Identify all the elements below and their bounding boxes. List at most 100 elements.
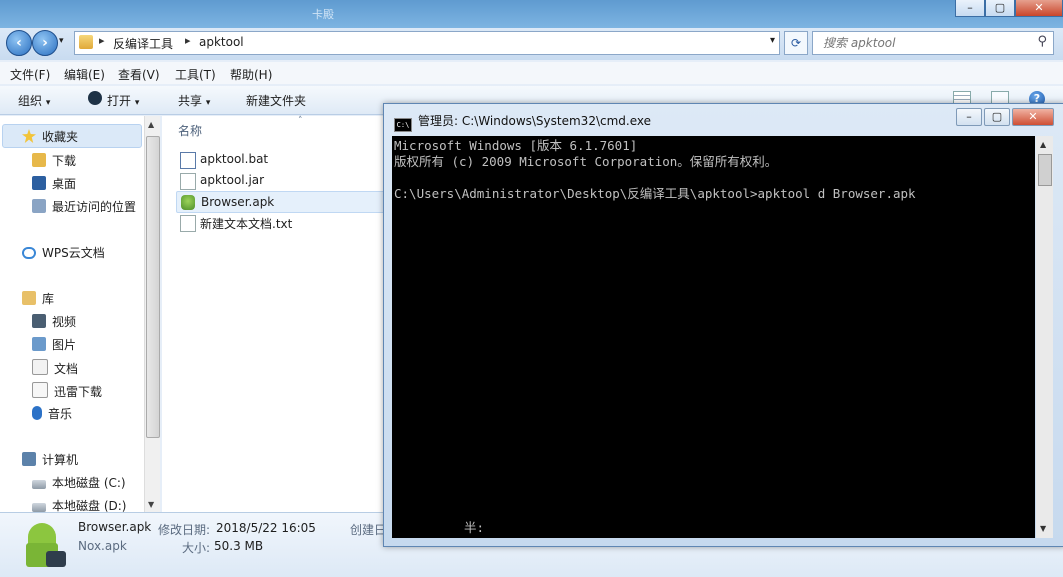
scroll-thumb[interactable] [146, 136, 160, 438]
scroll-up-icon[interactable]: ▲ [148, 120, 154, 129]
search-input[interactable] [821, 35, 1025, 51]
console-output[interactable]: Microsoft Windows [版本 6.1.7601] 版权所有 (c)… [392, 136, 1035, 538]
column-header-name[interactable]: 名称 [178, 122, 202, 139]
nav-label: 下载 [52, 154, 77, 168]
jar-file-icon [180, 173, 196, 190]
nav-pictures[interactable]: 图片 [32, 336, 76, 353]
downloads-folder-icon [32, 153, 46, 167]
nav-libraries[interactable]: 库 [22, 290, 54, 307]
cmd-minimize-button[interactable]: – [956, 108, 982, 126]
new-folder-button[interactable]: 新建文件夹 [246, 92, 306, 109]
minimize-button[interactable]: – [955, 0, 985, 17]
breadcrumb-separator-icon[interactable]: ▸ [99, 34, 105, 47]
open-label: 打开 [107, 94, 132, 108]
details-created-label: 创建日 [350, 523, 387, 537]
details-size-label: 大小: [182, 541, 211, 555]
nav-documents[interactable]: 文档 [32, 359, 78, 377]
details-filename: Browser.apk [78, 520, 152, 534]
file-item-selected[interactable]: Browser.apk [176, 191, 388, 213]
cmd-window[interactable]: C:\ 管理员: C:\Windows\System32\cmd.exe – ▢ … [383, 103, 1063, 547]
organize-label: 组织 [18, 94, 43, 108]
close-button[interactable]: ✕ [1015, 0, 1063, 17]
scroll-thumb[interactable] [1038, 154, 1052, 186]
forward-button[interactable]: › [32, 30, 58, 56]
nav-label: 文档 [54, 362, 79, 376]
breadcrumb-separator-icon[interactable]: ▸ [185, 34, 191, 47]
menu-edit[interactable]: 编辑(E) [64, 66, 105, 83]
search-box[interactable]: ⚲ [812, 31, 1054, 55]
nav-music[interactable]: 音乐 [32, 405, 72, 422]
breadcrumb-decompile-tools[interactable]: 反编译工具 [113, 35, 173, 52]
cmd-maximize-button[interactable]: ▢ [984, 108, 1010, 126]
maximize-button[interactable]: ▢ [985, 0, 1015, 17]
nav-computer[interactable]: 计算机 [22, 451, 78, 468]
file-item[interactable]: apktool.bat [176, 149, 386, 169]
nav-label: 最近访问的位置 [52, 200, 137, 214]
nav-downloads[interactable]: 下载 [32, 152, 76, 169]
back-arrow-icon: ‹ [16, 35, 22, 51]
console-line: Microsoft Windows [版本 6.1.7601] [394, 138, 638, 153]
title-ghost-text: 卡殿 [312, 8, 334, 21]
scroll-down-icon[interactable]: ▼ [148, 500, 154, 509]
cmd-title-text: 管理员: C:\Windows\System32\cmd.exe [418, 114, 651, 128]
file-list: 名称 ˄ apktool.bat apktool.jar Browser.apk… [162, 116, 388, 512]
scroll-up-icon[interactable]: ▲ [1040, 140, 1046, 149]
recent-pages-chevron-icon[interactable]: ▾ [59, 36, 64, 46]
nav-favorites[interactable]: 收藏夹 [22, 128, 78, 145]
nav-disk-c[interactable]: 本地磁盘 (C:) [32, 474, 126, 491]
refresh-button[interactable]: ⟳ [784, 31, 808, 55]
details-app: Nox.apk [78, 539, 127, 553]
video-icon [32, 314, 46, 328]
nav-label: 本地磁盘 (C:) [52, 476, 126, 490]
nav-recent[interactable]: 最近访问的位置 [32, 198, 136, 215]
nav-label: 桌面 [52, 177, 77, 191]
cmd-close-button[interactable]: ✕ [1012, 108, 1054, 126]
explorer-title-bar: 卡殿 – ▢ ✕ [0, 0, 1063, 28]
file-item[interactable]: apktool.jar [176, 170, 386, 190]
nav-scrollbar[interactable]: ▲ ▼ [144, 116, 160, 512]
nav-label: 图片 [52, 338, 77, 352]
nav-desktop[interactable]: 桌面 [32, 175, 76, 192]
nav-label: 迅雷下载 [54, 385, 103, 399]
star-icon [22, 129, 36, 143]
cmd-window-controls: – ▢ ✕ [954, 108, 1054, 126]
file-name: 新建文本文档.txt [200, 217, 293, 231]
address-row: ‹ › ▾ ▸ 反编译工具 ▸ apktool ▾ ⟳ ⚲ [0, 28, 1063, 60]
sort-arrow-icon: ˄ [298, 116, 303, 126]
organize-button[interactable]: 组织 ▾ [18, 92, 50, 109]
disk-icon [32, 503, 46, 512]
share-label: 共享 [178, 94, 203, 108]
address-dropdown-icon[interactable]: ▾ [770, 35, 775, 46]
scroll-down-icon[interactable]: ▼ [1040, 524, 1046, 533]
menu-help[interactable]: 帮助(H) [230, 66, 272, 83]
menu-tools[interactable]: 工具(T) [175, 66, 216, 83]
details-modified-label: 修改日期: [158, 523, 211, 537]
cloud-icon [22, 247, 36, 259]
folder-icon [79, 35, 93, 49]
details-modified-value: 2018/5/22 16:05 [216, 521, 316, 535]
address-bar[interactable]: ▸ 反编译工具 ▸ apktool ▾ [74, 31, 780, 55]
nav-wps-cloud[interactable]: WPS云文档 [22, 244, 105, 261]
search-icon[interactable]: ⚲ [1037, 34, 1047, 49]
menu-file[interactable]: 文件(F) [10, 66, 50, 83]
cmd-title-bar[interactable]: C:\ 管理员: C:\Windows\System32\cmd.exe [394, 112, 651, 132]
open-button[interactable]: 打开 ▾ [107, 92, 139, 109]
nav-label: 视频 [52, 315, 77, 329]
menu-view[interactable]: 查看(V) [118, 66, 160, 83]
nav-videos[interactable]: 视频 [32, 313, 76, 330]
nav-thunder-downloads[interactable]: 迅雷下载 [32, 382, 102, 400]
chevron-down-icon: ▾ [45, 98, 51, 108]
disk-icon [32, 480, 46, 489]
documents-icon [32, 359, 48, 375]
file-item[interactable]: 新建文本文档.txt [176, 212, 386, 232]
console-line: C:\Users\Administrator\Desktop\反编译工具\apk… [394, 186, 916, 201]
menu-bar: 文件(F) 编辑(E) 查看(V) 工具(T) 帮助(H) [0, 62, 1063, 84]
nav-label: 计算机 [42, 453, 79, 467]
cmd-scrollbar[interactable]: ▲ ▼ [1036, 136, 1053, 538]
back-button[interactable]: ‹ [6, 30, 32, 56]
nav-label: 收藏夹 [42, 130, 79, 144]
share-button[interactable]: 共享 ▾ [178, 92, 210, 109]
thunder-download-icon [32, 382, 48, 398]
breadcrumb-apktool[interactable]: apktool [199, 35, 244, 49]
chevron-down-icon: ▾ [134, 98, 140, 108]
